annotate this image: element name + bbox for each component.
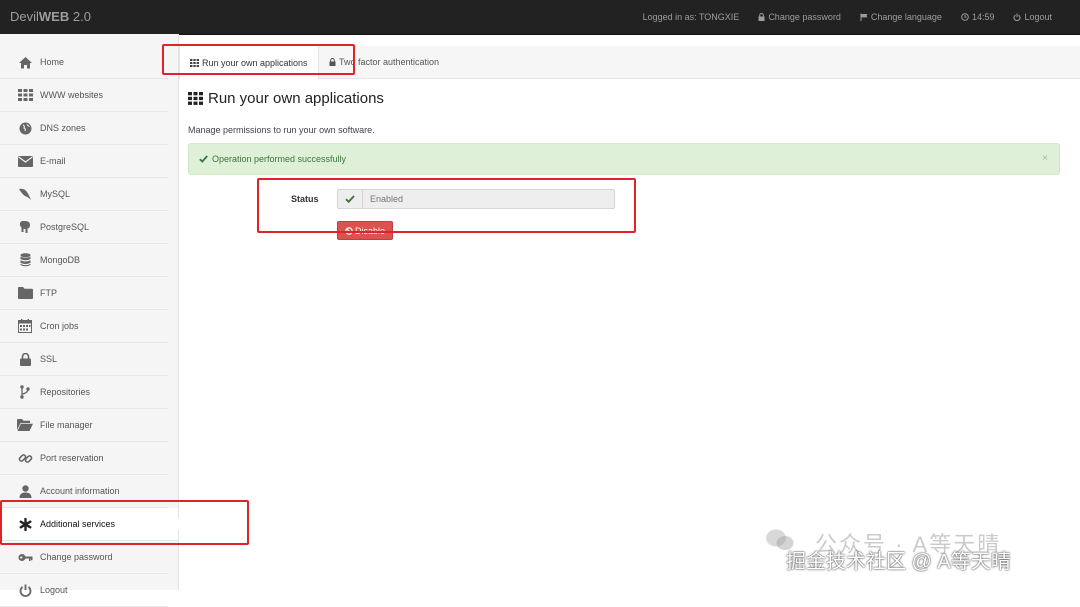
change-password-label: Change password <box>768 12 841 22</box>
annotation-box-status <box>257 178 636 233</box>
sidebar-item-label: WWW websites <box>40 90 103 100</box>
sidebar-item-cron-jobs[interactable]: Cron jobs <box>0 310 168 343</box>
logout-label: Logout <box>1024 12 1052 22</box>
sidebar-item-label: MySQL <box>40 189 71 199</box>
annotation-box-sidebar <box>0 500 249 545</box>
sidebar-item-mysql[interactable]: MySQL <box>0 178 168 211</box>
sidebar-item-label: Cron jobs <box>40 321 79 331</box>
success-alert: Operation performed successfully × <box>188 143 1060 175</box>
globe-icon <box>16 120 34 136</box>
page-title: Run your own applications <box>188 90 384 107</box>
check-icon <box>199 155 208 163</box>
sidebar-item-label: Account information <box>40 486 120 496</box>
power-icon <box>1013 13 1021 21</box>
brand-version: 2.0 <box>72 9 91 24</box>
change-password-link[interactable]: Change password <box>758 12 841 22</box>
home-icon <box>16 54 34 70</box>
key-icon <box>16 549 34 565</box>
sidebar-item-change-password[interactable]: Change password <box>0 541 168 574</box>
change-language-link[interactable]: Change language <box>860 12 942 22</box>
branch-icon <box>16 384 34 400</box>
logout-link[interactable]: Logout <box>1013 12 1052 22</box>
power-icon <box>16 582 34 598</box>
page-subtitle: Manage permissions to run your own softw… <box>188 125 375 135</box>
sidebar-item-mongodb[interactable]: MongoDB <box>0 244 168 277</box>
close-icon[interactable]: × <box>1042 153 1048 164</box>
sidebar-item-ssl[interactable]: SSL <box>0 343 168 376</box>
lock-icon <box>16 351 34 367</box>
brand-prefix: Devil <box>10 9 39 24</box>
link-icon <box>16 450 34 466</box>
lock-icon <box>758 13 765 21</box>
brand-bold: WEB <box>38 9 70 24</box>
clock-display: 14:59 <box>961 12 995 22</box>
sidebar-item-label: Repositories <box>40 387 91 397</box>
grid-icon <box>16 87 34 103</box>
user-icon <box>16 483 34 499</box>
folder-icon <box>16 285 34 301</box>
sidebar-item-file-manager[interactable]: File manager <box>0 409 168 442</box>
sidebar-item-port-reservation[interactable]: Port reservation <box>0 442 168 475</box>
clock-icon <box>961 13 969 21</box>
page-title-text: Run your own applications <box>208 90 384 107</box>
sidebar-item-label: SSL <box>40 354 58 364</box>
sidebar-item-label: Home <box>40 57 65 67</box>
annotation-box-tab <box>162 44 355 75</box>
sidebar-item-email[interactable]: E-mail <box>0 145 168 178</box>
grid-icon <box>188 92 203 105</box>
sidebar-item-label: FTP <box>40 288 57 298</box>
sidebar-item-label: E-mail <box>40 156 66 166</box>
sidebar-item-ftp[interactable]: FTP <box>0 277 168 310</box>
folder-open-icon <box>16 417 34 433</box>
database-icon <box>16 252 34 268</box>
sidebar-item-label: Logout <box>40 585 68 595</box>
sidebar-item-www-websites[interactable]: WWW websites <box>0 79 168 112</box>
sidebar-item-label: File manager <box>40 420 93 430</box>
flag-icon <box>860 13 868 21</box>
logged-in-text: Logged in as: TONGXIE <box>642 12 740 22</box>
sidebar-item-repositories[interactable]: Repositories <box>0 376 168 409</box>
top-navbar: DevilWEB 2.0 Logged in as: TONGXIE Chang… <box>0 0 1080 35</box>
sidebar-item-label: Change password <box>40 552 113 562</box>
calendar-icon <box>16 318 34 334</box>
watermark-secondary: 掘金技术社区 @ A等天晴 <box>786 551 1011 573</box>
top-nav: Logged in as: TONGXIE Change password Ch… <box>624 0 1052 34</box>
sidebar-item-home[interactable]: Home <box>0 46 168 79</box>
sidebar-item-label: DNS zones <box>40 123 86 133</box>
alert-message: Operation performed successfully <box>212 154 347 164</box>
elephant-icon <box>16 219 34 235</box>
sidebar-item-postgresql[interactable]: PostgreSQL <box>0 211 168 244</box>
dolphin-icon <box>16 186 34 202</box>
app-brand[interactable]: DevilWEB 2.0 <box>10 0 91 34</box>
sidebar-item-label: PostgreSQL <box>40 222 90 232</box>
sidebar-item-logout[interactable]: Logout <box>0 574 168 607</box>
change-language-label: Change language <box>870 12 942 22</box>
envelope-icon <box>16 153 34 169</box>
clock-time: 14:59 <box>971 12 995 22</box>
sidebar-item-dns-zones[interactable]: DNS zones <box>0 112 168 145</box>
sidebar-item-label: Port reservation <box>40 453 104 463</box>
sidebar-item-label: MongoDB <box>40 255 81 265</box>
